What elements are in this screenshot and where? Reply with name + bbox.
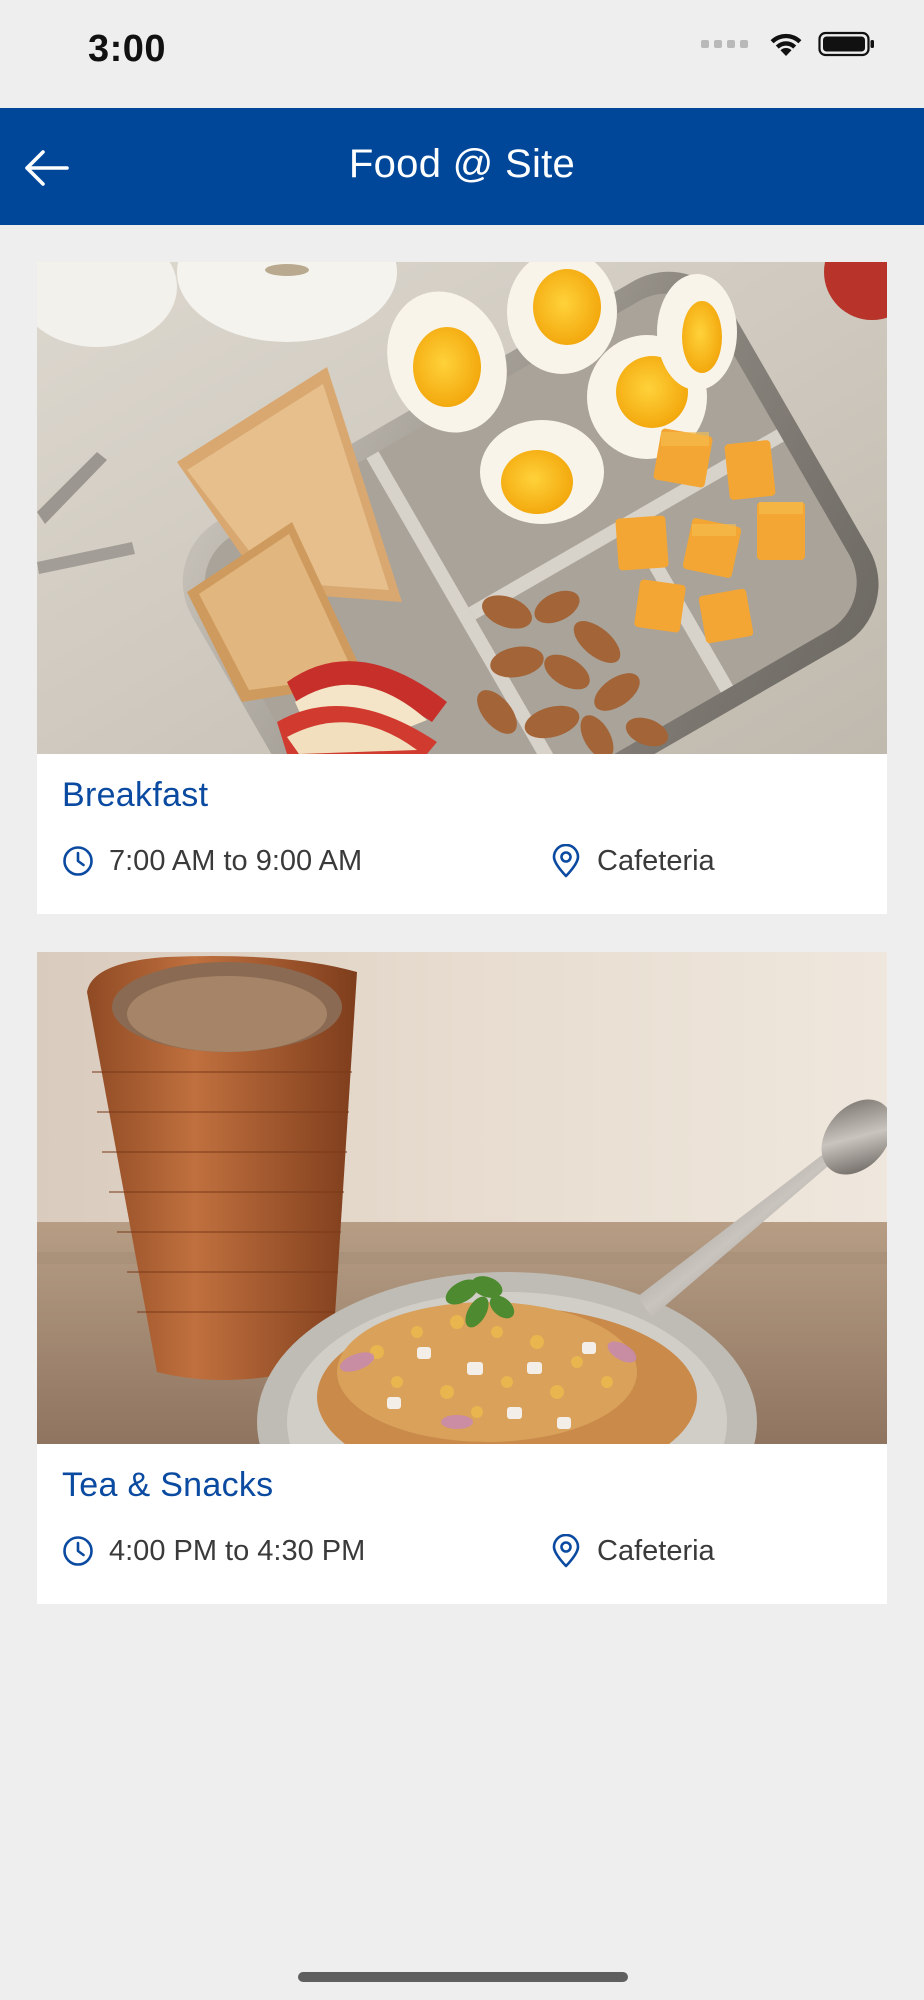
cellular-signal-icon xyxy=(701,40,748,48)
breakfast-image xyxy=(37,262,887,754)
tea-snacks-image xyxy=(37,952,887,1444)
meal-location: Cafeteria xyxy=(597,1534,715,1567)
clock-icon xyxy=(61,844,95,878)
battery-icon xyxy=(818,31,874,57)
meal-location: Cafeteria xyxy=(597,844,715,877)
meal-time: 4:00 PM to 4:30 PM xyxy=(109,1534,366,1567)
wifi-icon xyxy=(770,33,802,56)
meal-location-row: Cafeteria xyxy=(549,1534,715,1568)
card-details: Breakfast 7:00 AM to 9:00 AM Cafeteria xyxy=(37,754,887,914)
clock-icon xyxy=(61,1534,95,1568)
meal-card-tea-snacks[interactable]: Tea & Snacks 4:00 PM to 4:30 PM Cafeteri… xyxy=(37,952,887,1604)
status-time: 3:00 xyxy=(88,28,167,70)
home-indicator[interactable] xyxy=(298,1972,628,1982)
status-icons xyxy=(701,30,876,58)
location-pin-icon xyxy=(549,1534,583,1568)
page-title: Food @ Site xyxy=(348,142,576,186)
meal-time-row: 4:00 PM to 4:30 PM xyxy=(61,1534,365,1568)
meal-time-row: 7:00 AM to 9:00 AM xyxy=(61,844,362,878)
card-details: Tea & Snacks 4:00 PM to 4:30 PM Cafeteri… xyxy=(37,1444,887,1604)
meal-title: Breakfast xyxy=(62,776,209,814)
food-at-site-screen: 3:00 Food @ Site Breakfast 7:00 AM to 9:… xyxy=(0,0,924,2000)
meal-title: Tea & Snacks xyxy=(62,1466,274,1504)
meal-time: 7:00 AM to 9:00 AM xyxy=(109,844,363,877)
app-bar: Food @ Site xyxy=(0,108,924,225)
status-bar: 3:00 xyxy=(0,0,924,108)
meal-card-breakfast[interactable]: Breakfast 7:00 AM to 9:00 AM Cafeteria xyxy=(37,262,887,914)
location-pin-icon xyxy=(549,844,583,878)
meal-location-row: Cafeteria xyxy=(549,844,715,878)
